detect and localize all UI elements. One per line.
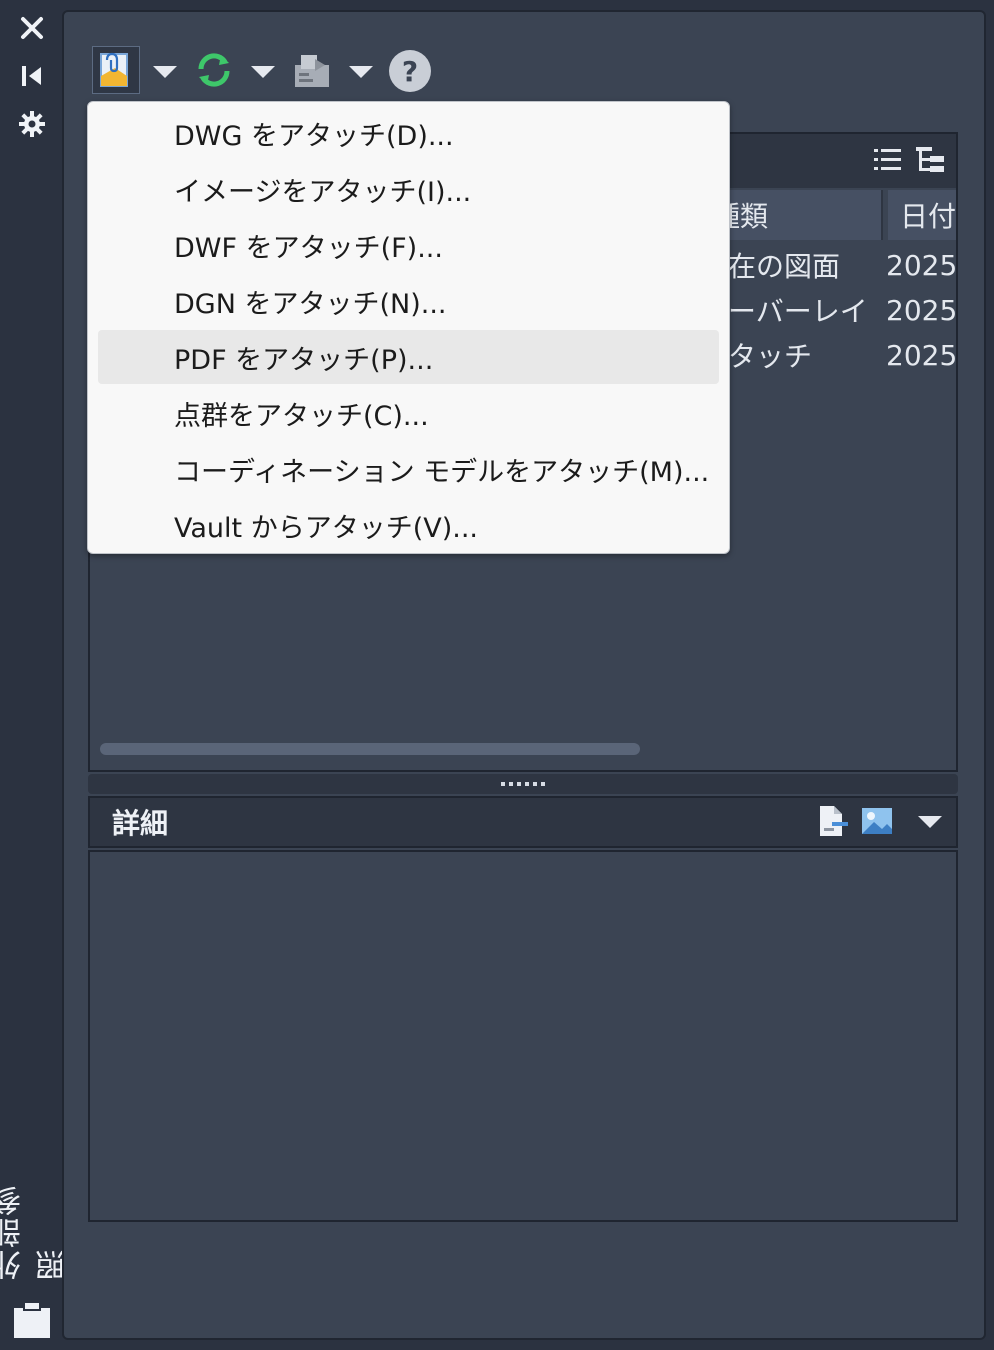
list-view-icon[interactable]: [872, 144, 904, 176]
column-header-date[interactable]: 日付: [888, 190, 956, 240]
row-date: 2025/: [886, 338, 956, 372]
close-icon[interactable]: [16, 12, 48, 44]
help-button[interactable]: ?: [389, 50, 431, 92]
chevron-down-icon: [918, 816, 942, 828]
details-body: [88, 850, 958, 1222]
refresh-icon: [198, 53, 230, 87]
menu-item-attach-dwg[interactable]: DWG をアタッチ(D)...: [98, 106, 719, 160]
change-path-dropdown-button[interactable]: [346, 60, 376, 84]
change-path-button[interactable]: [288, 46, 336, 94]
gear-icon[interactable]: [16, 108, 48, 140]
menu-item-attach-coordination-model[interactable]: コーディネーション モデルをアタッチ(M)...: [98, 442, 719, 496]
menu-item-attach-point-cloud[interactable]: 点群をアタッチ(C)...: [98, 386, 719, 440]
details-icon[interactable]: [816, 804, 850, 838]
attach-button[interactable]: [92, 46, 140, 94]
details-menu-button[interactable]: [914, 812, 946, 832]
clipboard-icon: [12, 1300, 52, 1340]
attach-dropdown-button[interactable]: [150, 60, 180, 84]
details-title: 詳細: [112, 807, 169, 840]
menu-item-attach-from-vault[interactable]: Vault からアタッチ(V)...: [98, 498, 719, 552]
refresh-button[interactable]: [190, 46, 238, 94]
horizontal-scrollbar[interactable]: [100, 743, 640, 755]
change-path-icon: [295, 55, 329, 87]
attach-dwg-icon: [100, 52, 128, 87]
tree-view-icon[interactable]: [914, 144, 946, 176]
column-divider: [881, 190, 883, 240]
menu-item-attach-dgn[interactable]: DGN をアタッチ(N)...: [98, 274, 719, 328]
menu-item-attach-image[interactable]: イメージをアタッチ(I)...: [98, 162, 719, 216]
menu-item-attach-pdf[interactable]: PDF をアタッチ(P)...: [98, 330, 719, 384]
preview-icon[interactable]: [860, 804, 894, 838]
row-date: 2025/: [886, 248, 956, 282]
chevron-down-icon: [251, 66, 275, 78]
chevron-down-icon: [349, 66, 373, 78]
panel-splitter[interactable]: [88, 774, 958, 794]
palette-strip: [0, 0, 62, 1350]
row-date: 2025/: [886, 293, 956, 327]
chevron-down-icon: [153, 66, 177, 78]
collapse-icon[interactable]: [16, 60, 48, 92]
palette-title: 外部参照: [0, 1184, 71, 1280]
menu-item-attach-dwf[interactable]: DWF をアタッチ(F)...: [98, 218, 719, 272]
help-icon: ?: [401, 54, 419, 88]
attach-dropdown-menu: DWG をアタッチ(D)... イメージをアタッチ(I)... DWF をアタッチ(…: [87, 101, 730, 554]
refresh-dropdown-button[interactable]: [248, 60, 278, 84]
